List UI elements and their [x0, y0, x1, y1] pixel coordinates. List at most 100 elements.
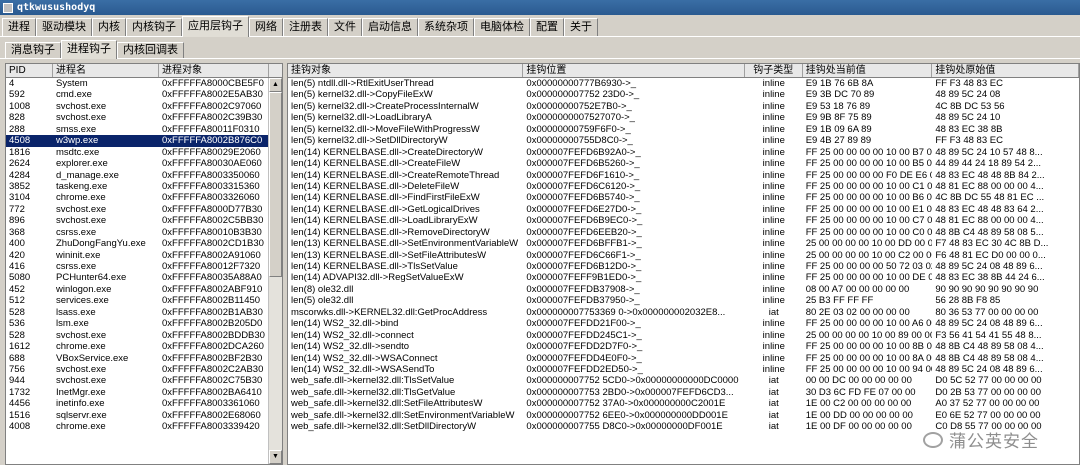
table-row[interactable]: len(14) KERNELBASE.dll->CreateFileW 0x000…: [288, 158, 1079, 169]
table-row[interactable]: len(5) ntdll.dll->RtlExitUserThread 0x000…: [288, 78, 1079, 89]
table-row[interactable]: 368 csrss.exe 0xFFFFFA80010B3B30: [6, 227, 282, 238]
tab-sub-2[interactable]: 内核回调表: [117, 42, 184, 58]
table-row[interactable]: len(14) KERNELBASE.dll->LoadLibraryExW 0x…: [288, 215, 1079, 226]
table-row[interactable]: 512 services.exe 0xFFFFFA8002B11450: [6, 295, 282, 306]
cell-original-value: 48 89 5C 24 08: [935, 89, 1001, 101]
tab-main-10[interactable]: 电脑体检: [474, 18, 530, 36]
watermark: 蒲公英安全: [923, 427, 1039, 452]
table-row[interactable]: len(14) KERNELBASE.dll->RemoveDirectoryW…: [288, 227, 1079, 238]
tab-main-9[interactable]: 系统杂项: [418, 18, 474, 36]
tab-main-5[interactable]: 网络: [249, 18, 283, 36]
table-row[interactable]: len(5) kernel32.dll->CopyFileExW 0x000000…: [288, 89, 1079, 100]
cell-process-object: 0xFFFFFA8002C39B30: [162, 112, 263, 124]
table-row[interactable]: web_safe.dll->kernel32.dll:TlsSetValue 0x…: [288, 375, 1079, 386]
cell-original-value: A0 37 52 77 00 00 00 00: [935, 398, 1040, 410]
col-header-hook-position[interactable]: 挂钩位置: [523, 64, 745, 77]
table-row[interactable]: 536 lsm.exe 0xFFFFFA8002B205D0: [6, 318, 282, 329]
tab-main-3[interactable]: 内核钩子: [126, 18, 182, 36]
table-row[interactable]: 5080 PCHunter64.exe 0xFFFFFA80035A88A0: [6, 272, 282, 283]
cell-hook-position: 0x000007FEFDD4E0F0->_: [526, 352, 642, 364]
table-row[interactable]: len(14) KERNELBASE.dll->FindFirstFileExW…: [288, 192, 1079, 203]
table-row[interactable]: 1816 msdtc.exe 0xFFFFFA80029E2060: [6, 147, 282, 158]
col-header-hook-object[interactable]: 挂钩对象: [288, 64, 524, 77]
table-row[interactable]: len(13) KERNELBASE.dll->SetFileAttribute…: [288, 250, 1079, 261]
table-row[interactable]: 400 ZhuDongFangYu.exe 0xFFFFFA8002CD1B30: [6, 238, 282, 249]
table-row[interactable]: len(8) ole32.dll 0x000007FEFDB37908->_ inl…: [288, 284, 1079, 295]
table-row[interactable]: 1612 chrome.exe 0xFFFFFA8002DCA260: [6, 341, 282, 352]
table-row[interactable]: 4 System 0xFFFFFA8000CBE5F0: [6, 78, 282, 89]
table-row[interactable]: len(5) kernel32.dll->CreateProcessIntern…: [288, 101, 1079, 112]
tab-main-6[interactable]: 注册表: [283, 18, 328, 36]
table-row[interactable]: 772 svchost.exe 0xFFFFFA8000D77B30: [6, 204, 282, 215]
table-row[interactable]: 416 csrss.exe 0xFFFFFA80012F7320: [6, 261, 282, 272]
tab-main-12[interactable]: 关于: [564, 18, 598, 36]
scroll-up-arrow-icon[interactable]: ▲: [269, 78, 282, 92]
tab-sub-0[interactable]: 消息钩子: [5, 42, 61, 58]
process-list-scrollbar[interactable]: ▲ ▼: [268, 78, 282, 464]
col-header-process-object[interactable]: 进程对象: [159, 64, 269, 77]
table-row[interactable]: len(14) WS2_32.dll->WSASendTo 0x000007FEF…: [288, 364, 1079, 375]
table-row[interactable]: len(14) KERNELBASE.dll->TlsSetValue 0x000…: [288, 261, 1079, 272]
table-row[interactable]: 4284 d_manage.exe 0xFFFFFA8003350060: [6, 170, 282, 181]
cell-pid: 2624: [9, 158, 31, 170]
scrollbar-thumb[interactable]: [269, 92, 282, 277]
table-row[interactable]: len(14) WS2_32.dll->connect 0x000007FEFDD…: [288, 330, 1079, 341]
table-row[interactable]: len(14) KERNELBASE.dll->DeleteFileW 0x000…: [288, 181, 1079, 192]
tab-main-7[interactable]: 文件: [328, 18, 362, 36]
table-row[interactable]: 3852 taskeng.exe 0xFFFFFA8003315360: [6, 181, 282, 192]
table-row[interactable]: 1008 svchost.exe 0xFFFFFA8002C97060: [6, 101, 282, 112]
table-row[interactable]: 2624 explorer.exe 0xFFFFFA80030AE060: [6, 158, 282, 169]
table-row[interactable]: 3104 chrome.exe 0xFFFFFA8003326060: [6, 192, 282, 203]
table-row[interactable]: len(13) KERNELBASE.dll->SetEnvironmentVa…: [288, 238, 1079, 249]
col-header-original-value[interactable]: 挂钩处原始值: [932, 64, 1079, 77]
table-row[interactable]: mscorwks.dll->KERNEL32.dll:GetProcAddres…: [288, 307, 1079, 318]
table-row[interactable]: web_safe.dll->kernel32.dll:SetFileAttrib…: [288, 398, 1079, 409]
table-row[interactable]: len(5) kernel32.dll->LoadLibraryA 0x00000…: [288, 112, 1079, 123]
table-row[interactable]: len(14) WS2_32.dll->bind 0x000007FEFDD21F…: [288, 318, 1079, 329]
scroll-down-arrow-icon[interactable]: ▼: [269, 450, 282, 464]
col-header-hook-type[interactable]: 钩子类型: [745, 64, 803, 77]
cell-process-name: chrome.exe: [56, 421, 106, 433]
tab-main-4[interactable]: 应用层钩子: [182, 16, 249, 37]
table-row[interactable]: 688 VBoxService.exe 0xFFFFFA8002BF2B30: [6, 353, 282, 364]
table-row[interactable]: 528 svchost.exe 0xFFFFFA8002BDDB30: [6, 330, 282, 341]
table-row[interactable]: 288 smss.exe 0xFFFFFA80011F0310: [6, 124, 282, 135]
table-row[interactable]: len(5) kernel32.dll->SetDllDirectoryW 0x0…: [288, 135, 1079, 146]
table-row[interactable]: 828 svchost.exe 0xFFFFFA8002C39B30: [6, 112, 282, 123]
table-row[interactable]: 4456 inetinfo.exe 0xFFFFFA8003361060: [6, 398, 282, 409]
table-row[interactable]: len(5) ole32.dll 0x000007FEFDB37950->_ inl…: [288, 295, 1079, 306]
table-row[interactable]: 528 lsass.exe 0xFFFFFA8002B1AB30: [6, 307, 282, 318]
table-row[interactable]: 592 cmd.exe 0xFFFFFA8002E5AB30: [6, 89, 282, 100]
cell-original-value: 48 83 EC 38 8B 44 24 6...: [935, 272, 1045, 284]
table-row[interactable]: 756 svchost.exe 0xFFFFFA8002C2AB30: [6, 364, 282, 375]
cell-current-value: 1E 00 DF 00 00 00 00 00: [805, 421, 912, 433]
tab-main-8[interactable]: 启动信息: [362, 18, 418, 36]
table-row[interactable]: 4508 w3wp.exe 0xFFFFFA8002B876C0: [6, 135, 282, 147]
table-row[interactable]: len(14) WS2_32.dll->sendto 0x000007FEFDD2…: [288, 341, 1079, 352]
table-row[interactable]: 944 svchost.exe 0xFFFFFA8002C75B30: [6, 375, 282, 386]
table-row[interactable]: web_safe.dll->kernel32.dll:SetEnvironmen…: [288, 410, 1079, 421]
table-row[interactable]: len(14) KERNELBASE.dll->CreateDirectoryW…: [288, 147, 1079, 158]
tab-main-2[interactable]: 内核: [92, 18, 126, 36]
table-row[interactable]: 896 svchost.exe 0xFFFFFA8002C5BB30: [6, 215, 282, 226]
cell-hook-type: iat: [768, 386, 779, 398]
tab-sub-1[interactable]: 进程钩子: [61, 40, 117, 59]
table-row[interactable]: 452 winlogon.exe 0xFFFFFA8002ABF910: [6, 284, 282, 295]
col-header-pid[interactable]: PID: [6, 64, 53, 77]
tab-main-11[interactable]: 配置: [530, 18, 564, 36]
col-header-current-value[interactable]: 挂钩处当前值: [803, 64, 933, 77]
table-row[interactable]: web_safe.dll->kernel32.dll:TlsGetValue 0x…: [288, 387, 1079, 398]
table-row[interactable]: 420 wininit.exe 0xFFFFFA8002A91060: [6, 250, 282, 261]
table-row[interactable]: len(14) KERNELBASE.dll->CreateRemoteThre…: [288, 170, 1079, 181]
table-row[interactable]: len(14) WS2_32.dll->WSAConnect 0x000007FE…: [288, 353, 1079, 364]
table-row[interactable]: 4008 chrome.exe 0xFFFFFA8003339420: [6, 421, 282, 432]
cell-original-value: 48 81 EC 88 00 00 00 4...: [935, 215, 1044, 227]
table-row[interactable]: 1516 sqlservr.exe 0xFFFFFA8002E68060: [6, 410, 282, 421]
table-row[interactable]: 1732 InetMgr.exe 0xFFFFFA8002BA6410: [6, 387, 282, 398]
col-header-process-name[interactable]: 进程名: [53, 64, 159, 77]
tab-main-1[interactable]: 驱动模块: [36, 18, 92, 36]
table-row[interactable]: len(14) KERNELBASE.dll->GetLogicalDrives…: [288, 204, 1079, 215]
tab-main-0[interactable]: 进程: [2, 18, 36, 36]
table-row[interactable]: len(14) ADVAPI32.dll->RegSetValueExW 0x00…: [288, 272, 1079, 283]
table-row[interactable]: len(5) kernel32.dll->MoveFileWithProgres…: [288, 124, 1079, 135]
